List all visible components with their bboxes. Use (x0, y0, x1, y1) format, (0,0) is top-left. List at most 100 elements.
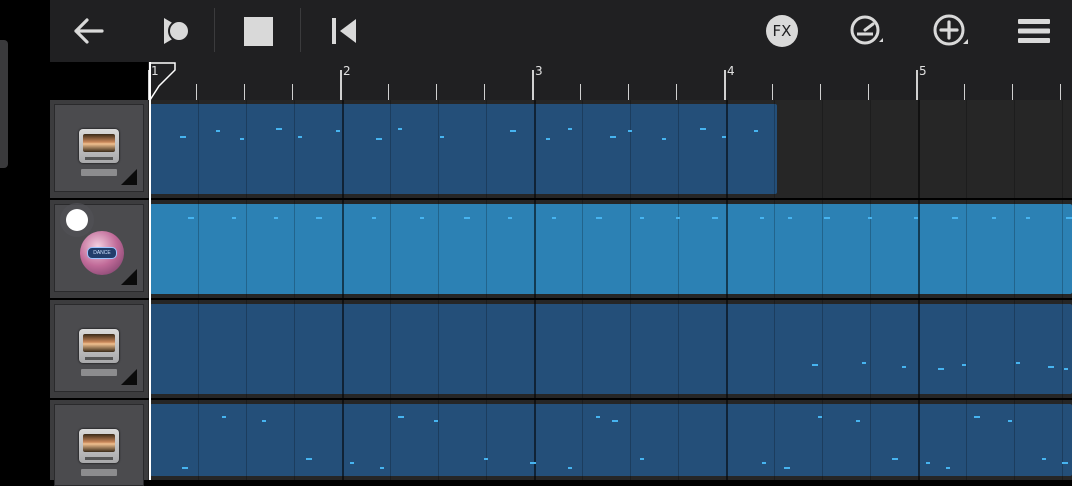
grid-line (438, 400, 439, 480)
midi-note (180, 136, 186, 138)
grid-line (534, 100, 536, 198)
instrument-label (81, 169, 117, 176)
midi-note (240, 138, 244, 140)
track-lane-3[interactable] (148, 300, 1072, 398)
toolbar-separator (300, 8, 301, 52)
track-instrument-button[interactable] (54, 304, 144, 392)
grid-line (342, 400, 344, 480)
midi-region[interactable] (150, 204, 1072, 294)
stop-button[interactable] (236, 6, 280, 56)
midi-region[interactable] (150, 404, 1072, 476)
grid-line (198, 100, 199, 198)
midi-note (612, 420, 618, 422)
timeline-ruler[interactable]: 1 2 3 4 5 (148, 62, 1072, 100)
ruler-tick (580, 84, 581, 100)
grid-line (198, 300, 199, 398)
midi-note (856, 420, 860, 422)
ruler-tick (244, 84, 245, 100)
back-button[interactable] (68, 6, 108, 56)
midi-note (484, 458, 488, 460)
rewind-button[interactable] (322, 6, 366, 56)
midi-note (754, 130, 758, 132)
track-lane-2[interactable] (148, 200, 1072, 298)
menu-button[interactable] (1012, 6, 1056, 56)
grid-line (246, 100, 247, 198)
ruler-tick (916, 70, 918, 100)
midi-region[interactable] (150, 304, 1072, 394)
midi-note (1026, 217, 1030, 219)
grid-line (1014, 100, 1015, 198)
midi-note (868, 217, 872, 219)
midi-note (1016, 362, 1020, 364)
midi-note (530, 462, 536, 464)
playhead[interactable] (149, 62, 151, 480)
metronome-button[interactable] (844, 6, 888, 56)
fx-icon: FX (766, 15, 798, 47)
grid-line (726, 100, 728, 198)
grid-line (966, 400, 967, 480)
bar-number: 2 (343, 64, 351, 78)
back-icon (74, 18, 104, 44)
track-lane-1[interactable] (148, 100, 1072, 198)
play-button[interactable] (154, 6, 198, 56)
instrument-label (81, 369, 117, 376)
bar-number: 5 (919, 64, 927, 78)
midi-note (596, 416, 600, 418)
track-instrument-button[interactable] (54, 404, 144, 486)
midi-note (784, 467, 790, 469)
ruler-corner (50, 62, 148, 100)
grid-line (726, 200, 728, 298)
grid-line (486, 200, 487, 298)
grid-line (822, 100, 823, 198)
midi-note (914, 217, 918, 219)
grid-line (1062, 100, 1063, 198)
midi-note (1066, 217, 1072, 219)
midi-note (306, 458, 312, 460)
midi-note (962, 364, 966, 366)
track-options-corner[interactable] (121, 269, 137, 285)
dance-label: DANCE (87, 247, 117, 259)
midi-note (434, 420, 438, 422)
midi-note (762, 462, 766, 464)
grid-line (342, 100, 344, 198)
midi-note (992, 217, 996, 219)
midi-region[interactable] (150, 104, 777, 194)
dance-icon: DANCE (80, 231, 124, 275)
amp-icon (79, 129, 119, 163)
playhead-marker[interactable] (149, 62, 179, 102)
grid-line (918, 200, 920, 298)
grid-line (822, 300, 823, 398)
midi-note (568, 128, 572, 130)
grid-line (198, 400, 199, 480)
track-options-corner[interactable] (121, 169, 137, 185)
grid-line (198, 200, 199, 298)
side-panel-handle[interactable] (0, 40, 8, 168)
midi-note (440, 136, 444, 138)
midi-note (818, 416, 822, 418)
grid-line (390, 400, 391, 480)
midi-note (546, 138, 550, 140)
grid-line (630, 400, 631, 480)
grid-line (294, 400, 295, 480)
add-track-button[interactable] (928, 6, 972, 56)
grid-line (390, 200, 391, 298)
midi-note (700, 128, 706, 130)
grid-line (726, 400, 728, 480)
midi-note (1042, 458, 1046, 460)
grid-line (822, 400, 823, 480)
midi-note (464, 217, 470, 219)
ruler-tick (340, 70, 342, 100)
record-arm-toggle[interactable] (60, 203, 94, 237)
track-instrument-button[interactable] (54, 104, 144, 192)
midi-note (596, 217, 602, 219)
grid-line (438, 100, 439, 198)
fx-button[interactable]: FX (762, 6, 802, 56)
midi-note (610, 136, 616, 138)
grid-line (390, 300, 391, 398)
track-options-corner[interactable] (121, 369, 137, 385)
track-lane-4[interactable] (148, 400, 1072, 480)
grid-line (726, 300, 728, 398)
midi-note (372, 217, 376, 219)
grid-line (774, 400, 775, 480)
midi-note (640, 217, 644, 219)
